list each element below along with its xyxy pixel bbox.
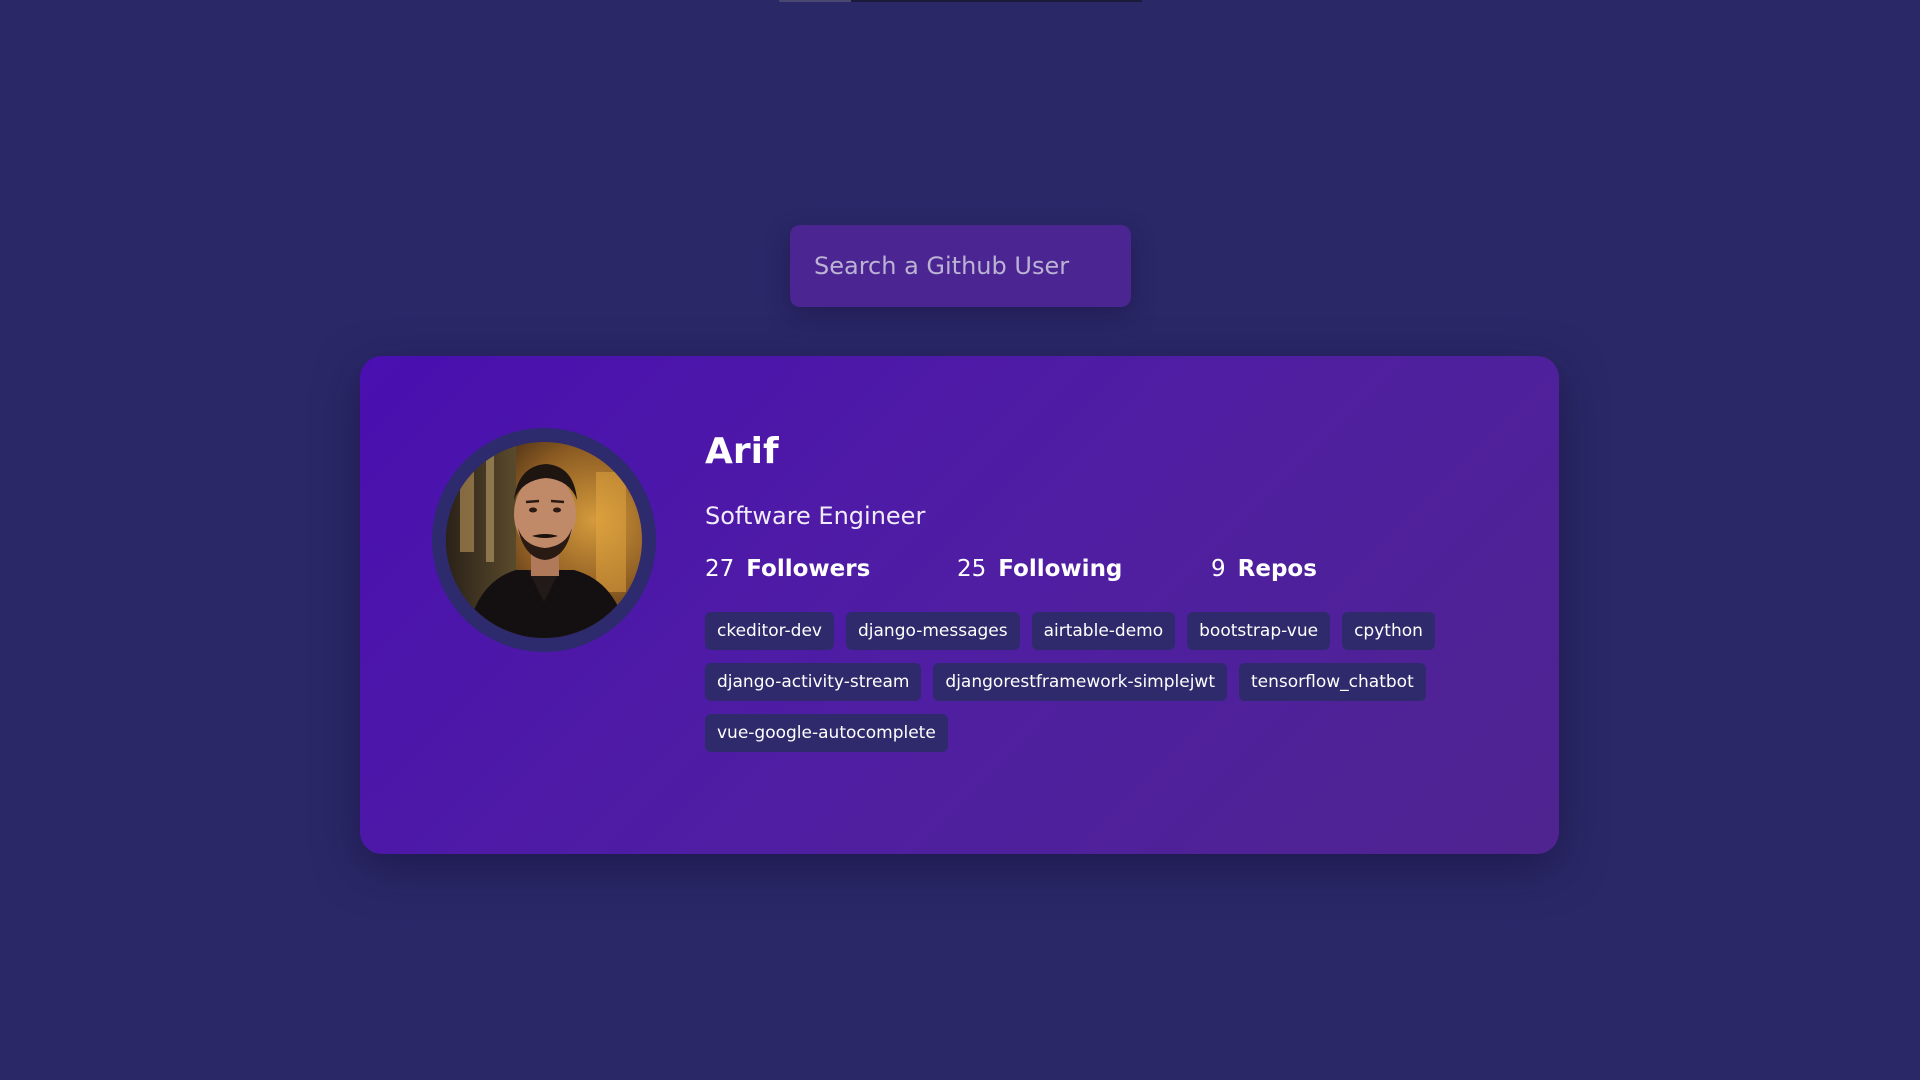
top-loading-strip <box>779 0 1142 2</box>
user-profile-card: Arif Software Engineer 27 Followers 25 F… <box>360 356 1559 854</box>
user-stats: 27 Followers 25 Following 9 Repos <box>705 552 1505 586</box>
repo-tag[interactable]: cpython <box>1342 612 1435 650</box>
repo-tag[interactable]: ckeditor-dev <box>705 612 834 650</box>
avatar-ring <box>432 428 656 652</box>
stat-following: 25 Following <box>957 556 1211 582</box>
search-container <box>790 225 1131 307</box>
user-bio: Software Engineer <box>705 502 926 530</box>
avatar <box>446 442 642 638</box>
repo-tag[interactable]: djangorestframework-simplejwt <box>933 663 1228 701</box>
stat-repos: 9 Repos <box>1211 556 1317 582</box>
top-loading-strip-progress <box>779 0 851 2</box>
repo-tag[interactable]: airtable-demo <box>1031 612 1176 650</box>
followers-label: Followers <box>746 556 871 582</box>
following-label: Following <box>998 556 1123 582</box>
stat-followers: 27 Followers <box>705 556 957 582</box>
repo-tag[interactable]: django-activity-stream <box>705 663 922 701</box>
user-name: Arif <box>705 431 779 472</box>
followers-count: 27 <box>705 556 735 582</box>
repo-tag[interactable]: django-messages <box>845 612 1020 650</box>
repo-list: ckeditor-dev django-messages airtable-de… <box>705 612 1485 765</box>
repo-tag[interactable]: vue-google-autocomplete <box>705 714 948 752</box>
search-input[interactable] <box>790 225 1131 307</box>
profile-info: Arif Software Engineer 27 Followers 25 F… <box>705 428 1505 765</box>
repo-tag[interactable]: tensorflow_chatbot <box>1239 663 1426 701</box>
repos-count: 9 <box>1211 556 1226 582</box>
repo-tag[interactable]: bootstrap-vue <box>1187 612 1331 650</box>
following-count: 25 <box>957 556 987 582</box>
repos-label: Repos <box>1237 556 1317 582</box>
